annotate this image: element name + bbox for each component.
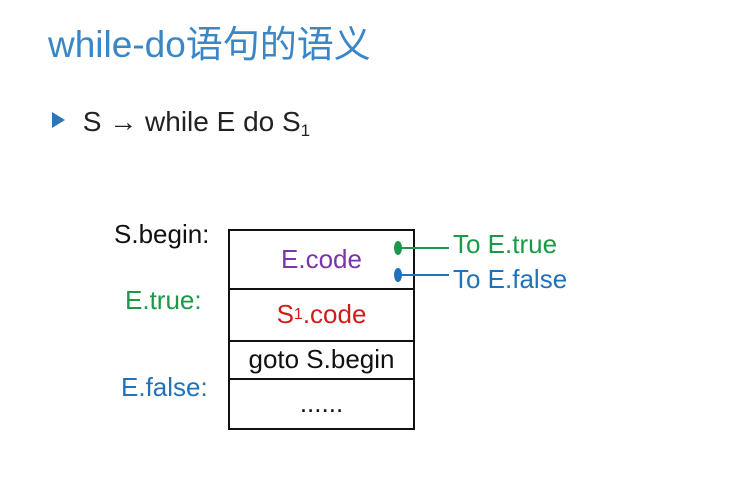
label-to-e-false: To E.false xyxy=(453,264,568,294)
true-exit-connector xyxy=(394,241,449,255)
exit-arrows xyxy=(394,241,449,282)
label-to-e-true: To E.true xyxy=(453,229,558,259)
false-exit-connector xyxy=(394,268,449,282)
